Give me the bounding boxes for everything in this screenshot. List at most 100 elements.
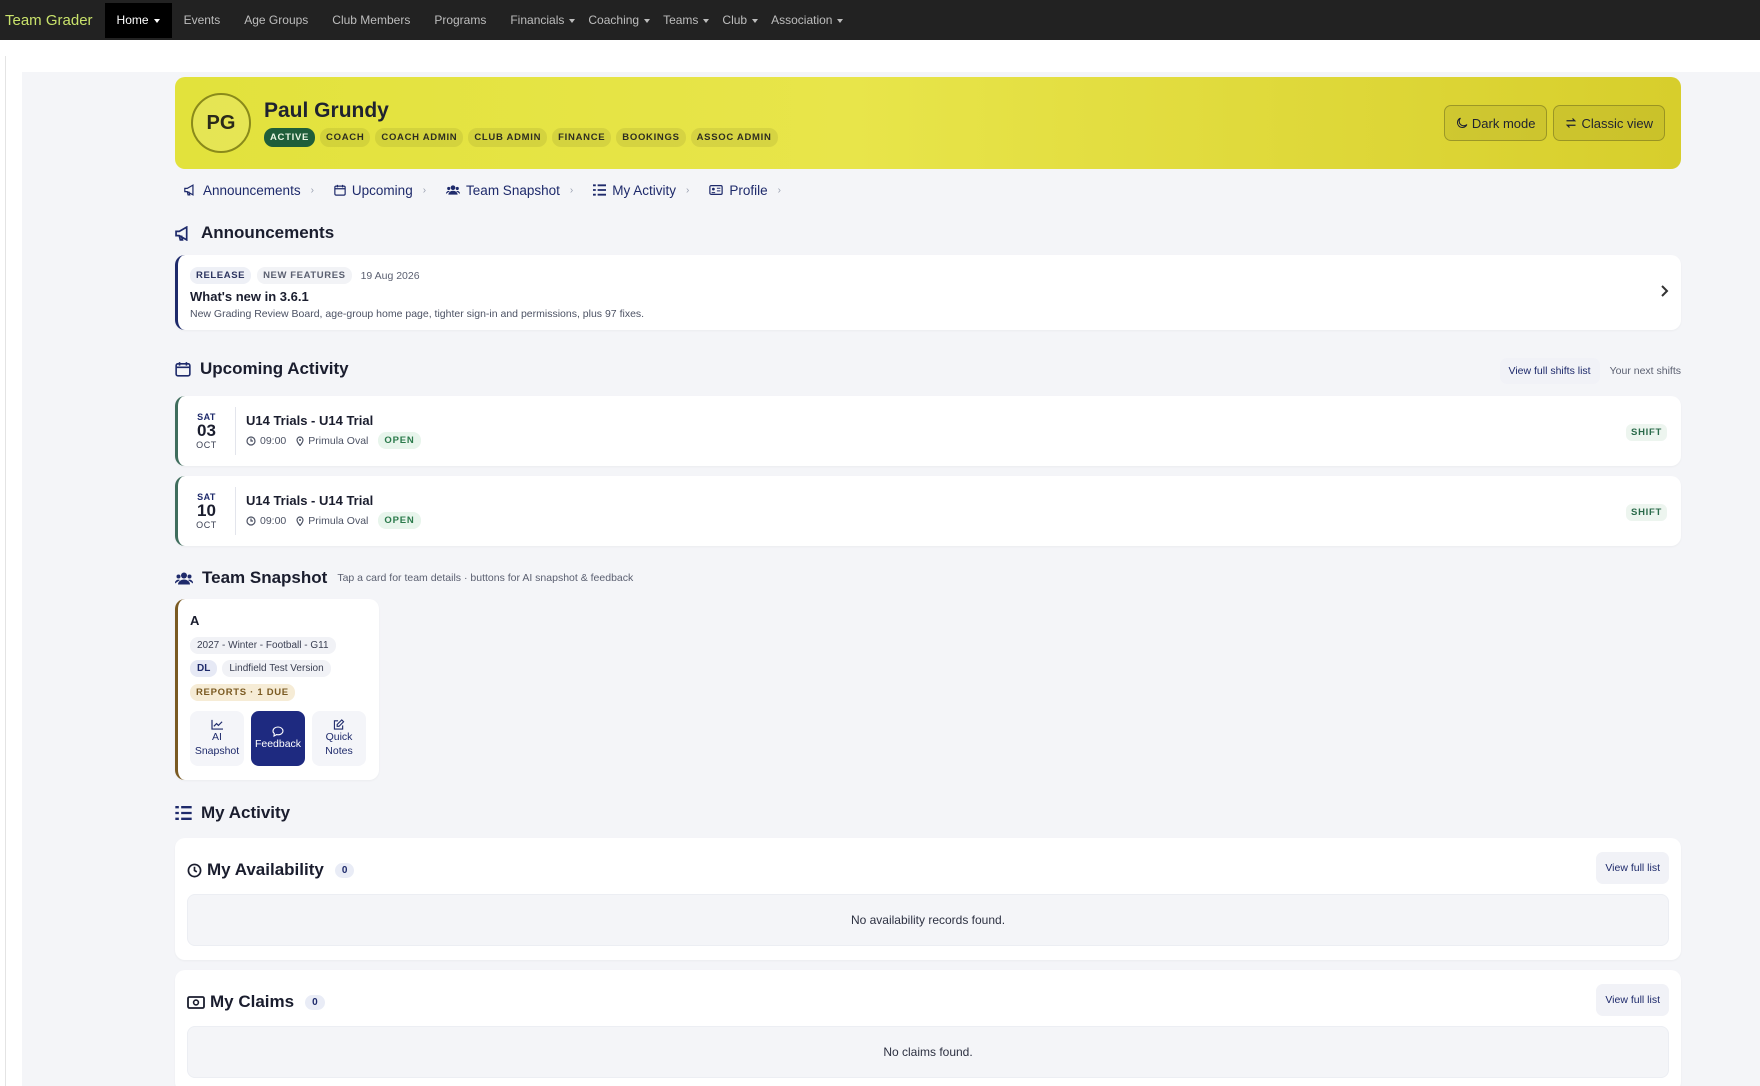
money-bill-icon bbox=[187, 995, 205, 1009]
shift-title: U14 Trials - U14 Trial bbox=[246, 413, 374, 428]
release-tag: RELEASE bbox=[190, 267, 252, 284]
nav-age-groups[interactable]: Age Groups bbox=[232, 3, 320, 38]
shift-info: U14 Trials - U14 Trial 09:00 Primula Ova… bbox=[246, 493, 421, 529]
shift-card[interactable]: SAT 03 OCT U14 Trials - U14 Trial 09:00 … bbox=[175, 396, 1681, 466]
ai-snapshot-button[interactable]: AI Snapshot bbox=[190, 711, 244, 766]
status-badge: OPEN bbox=[378, 432, 421, 449]
shift-type-badge: SHIFT bbox=[1626, 424, 1667, 441]
nav-programs[interactable]: Programs bbox=[422, 3, 498, 38]
role-badges: ACTIVE COACH COACH ADMIN CLUB ADMIN FINA… bbox=[264, 128, 778, 147]
list-icon bbox=[593, 184, 607, 196]
clock-icon bbox=[246, 435, 256, 446]
comment-icon bbox=[272, 726, 284, 737]
nav-financials[interactable]: Financials bbox=[498, 3, 580, 38]
chevron-right-icon[interactable] bbox=[1660, 284, 1669, 301]
calendar-icon bbox=[175, 362, 191, 377]
availability-empty-state: No availability records found. bbox=[187, 894, 1669, 946]
users-icon bbox=[175, 572, 193, 584]
shift-time: 09:00 bbox=[260, 514, 287, 527]
nav-club-members[interactable]: Club Members bbox=[320, 3, 422, 38]
subnav-profile[interactable]: Profile › bbox=[709, 183, 781, 198]
brand-logo[interactable]: Team Grader bbox=[0, 3, 105, 38]
view-full-availability-button[interactable]: View full list bbox=[1596, 852, 1669, 884]
moon-icon bbox=[1456, 117, 1468, 128]
nav-events[interactable]: Events bbox=[172, 3, 233, 38]
swap-icon bbox=[1566, 118, 1577, 128]
nav-association[interactable]: Association bbox=[763, 3, 848, 38]
team-snapshot-heading: Team Snapshot bbox=[175, 568, 327, 588]
team-card[interactable]: A 2027 - Winter - Football - G11 DL Lind… bbox=[175, 599, 379, 780]
availability-title: My Availability 0 bbox=[187, 860, 1669, 880]
club-chip: Lindfield Test Version bbox=[222, 660, 331, 677]
chevron-down-icon bbox=[644, 19, 651, 23]
claims-empty-state: No claims found. bbox=[187, 1026, 1669, 1078]
map-pin-icon bbox=[296, 435, 304, 446]
nav-teams[interactable]: Teams bbox=[655, 3, 714, 38]
role-badge: FINANCE bbox=[552, 128, 612, 147]
status-badge: ACTIVE bbox=[264, 128, 316, 147]
team-name: A bbox=[190, 613, 200, 628]
chevron-down-icon bbox=[153, 19, 160, 23]
dark-mode-button[interactable]: Dark mode bbox=[1443, 105, 1548, 141]
team-snapshot-hint: Tap a card for team details · buttons fo… bbox=[337, 572, 634, 584]
announcements-heading: Announcements bbox=[175, 223, 1681, 243]
edit-icon bbox=[333, 719, 345, 730]
users-icon bbox=[446, 185, 461, 195]
nav-coaching[interactable]: Coaching bbox=[580, 3, 655, 38]
shift-card[interactable]: SAT 10 OCT U14 Trials - U14 Trial 09:00 … bbox=[175, 476, 1681, 546]
feedback-button[interactable]: Feedback bbox=[251, 711, 305, 766]
section-nav: Announcements › Upcoming › Team Snapshot › … bbox=[175, 170, 1681, 210]
avatar: PG bbox=[191, 93, 251, 153]
shift-location: Primula Oval bbox=[308, 434, 369, 447]
view-full-shifts-button[interactable]: View full shifts list bbox=[1499, 358, 1600, 384]
count-badge: 0 bbox=[334, 862, 355, 878]
nav-home[interactable]: Home bbox=[104, 2, 172, 38]
reports-due-badge: REPORTS · 1 DUE bbox=[190, 684, 295, 701]
club-initials-chip: DL bbox=[190, 660, 218, 677]
team-season-row: 2027 - Winter - Football - G11 bbox=[190, 637, 367, 654]
nav-club[interactable]: Club bbox=[714, 3, 763, 38]
calendar-icon bbox=[334, 184, 346, 196]
upcoming-actions: View full shifts list Your next shifts bbox=[1499, 358, 1681, 384]
team-snapshot-header: Team Snapshot Tap a card for team detail… bbox=[175, 563, 1681, 593]
shift-info: U14 Trials - U14 Trial 09:00 Primula Ova… bbox=[246, 413, 421, 449]
shift-month: OCT bbox=[196, 440, 217, 450]
upcoming-header: Upcoming Activity View full shifts list … bbox=[175, 356, 1681, 386]
role-badge: COACH bbox=[320, 128, 371, 147]
chevron-right-icon: › bbox=[569, 184, 574, 196]
team-card-actions: AI Snapshot Feedback Quick Notes bbox=[190, 711, 367, 766]
shift-date: SAT 03 OCT bbox=[178, 407, 236, 455]
my-activity-header: My Activity bbox=[175, 798, 1681, 828]
shift-month: OCT bbox=[196, 520, 217, 530]
chevron-right-icon: › bbox=[777, 184, 781, 196]
subnav-announcements[interactable]: Announcements › bbox=[184, 183, 314, 198]
megaphone-icon bbox=[184, 184, 194, 196]
shift-location: Primula Oval bbox=[308, 514, 369, 527]
chevron-right-icon: › bbox=[310, 184, 314, 196]
clock-icon bbox=[187, 863, 202, 877]
role-badge: BOOKINGS bbox=[616, 128, 686, 147]
my-activity-heading: My Activity bbox=[175, 803, 290, 823]
subnav-team-snapshot[interactable]: Team Snapshot › bbox=[446, 183, 573, 198]
chevron-down-icon bbox=[703, 19, 710, 23]
subnav-upcoming[interactable]: Upcoming › bbox=[334, 183, 426, 198]
chevron-down-icon bbox=[569, 19, 576, 23]
next-shifts-label: Your next shifts bbox=[1609, 365, 1681, 377]
subnav-my-activity[interactable]: My Activity › bbox=[593, 183, 689, 198]
announcement-tags: RELEASE NEW FEATURES 19 Aug 2026 bbox=[190, 267, 1669, 284]
shift-meta: 09:00 Primula Oval OPEN bbox=[246, 512, 421, 529]
view-full-claims-button[interactable]: View full list bbox=[1596, 984, 1669, 1016]
chevron-down-icon bbox=[752, 19, 759, 23]
classic-view-button[interactable]: Classic view bbox=[1553, 105, 1665, 141]
upcoming-heading: Upcoming Activity bbox=[175, 359, 349, 379]
id-card-icon bbox=[709, 185, 724, 195]
status-badge: OPEN bbox=[378, 512, 421, 529]
megaphone-icon bbox=[175, 225, 188, 241]
announcement-card[interactable]: RELEASE NEW FEATURES 19 Aug 2026 What's … bbox=[175, 255, 1681, 330]
shift-day: 10 bbox=[197, 501, 216, 520]
dashboard-container: PG Paul Grundy ACTIVE COACH COACH ADMIN … bbox=[175, 77, 1681, 1086]
shift-date: SAT 10 OCT bbox=[178, 487, 236, 535]
map-pin-icon bbox=[296, 515, 304, 526]
quick-notes-button[interactable]: Quick Notes bbox=[312, 711, 366, 766]
chevron-right-icon: › bbox=[685, 184, 690, 196]
